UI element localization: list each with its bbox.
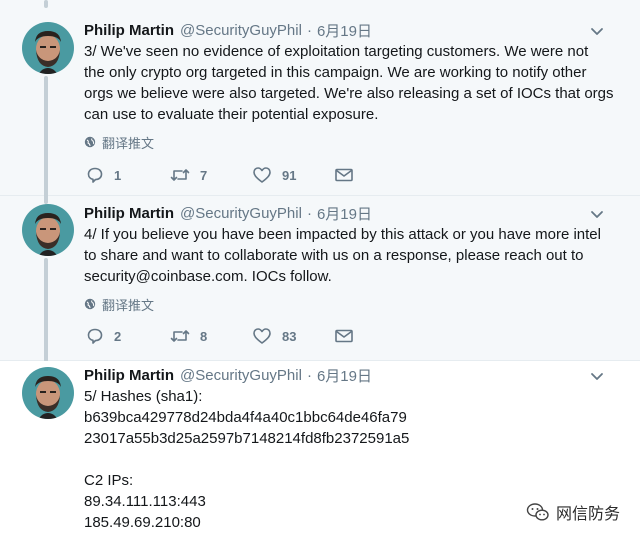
avatar[interactable] [22,22,74,74]
wechat-icon [526,503,549,521]
tweet-header: Philip Martin @SecurityGuyPhil · 6月19日 [84,202,372,224]
reply-icon [87,328,103,344]
like-count: 91 [282,167,297,183]
reply-icon [87,167,103,183]
tweet-date[interactable]: 6月19日 [317,20,372,41]
reply-count: 1 [114,167,122,183]
retweet-count: 8 [200,328,208,344]
user-name[interactable]: Philip Martin [84,367,174,384]
retweet-icon [170,169,190,181]
thread-line [44,0,48,8]
watermark-label: 网信防务 [556,506,621,523]
dm-icon [335,329,353,343]
chevron-down-icon[interactable] [590,24,604,38]
retweet-button[interactable]: 7 [170,164,207,186]
avatar[interactable] [22,367,74,419]
reply-button[interactable]: 1 [86,164,121,186]
tweet-1[interactable]: Philip Martin @SecurityGuyPhil · 6月19日 3… [0,0,640,200]
reply-button[interactable]: 2 [86,325,121,347]
avatar-image [22,367,74,419]
direct-message-button[interactable] [334,164,364,186]
translate-label: 翻译推文 [102,135,155,151]
globe-icon [84,136,96,148]
tweet-2[interactable]: Philip Martin @SecurityGuyPhil · 6月19日 4… [0,192,640,364]
tweet-header: Philip Martin @SecurityGuyPhil · 6月19日 [84,364,372,386]
user-name[interactable]: Philip Martin [84,22,174,39]
retweet-button[interactable]: 8 [170,325,207,347]
like-icon [253,167,271,183]
like-button[interactable]: 83 [252,325,296,347]
reply-count: 2 [114,328,122,344]
tweet-date[interactable]: 6月19日 [317,203,372,224]
user-name[interactable]: Philip Martin [84,205,174,222]
tweet-text: 4/ If you believe you have been impacted… [84,226,601,285]
user-handle[interactable]: @SecurityGuyPhil [180,367,302,384]
thread-line [44,76,48,200]
chevron-down-icon[interactable] [590,369,604,383]
tweet-date[interactable]: 6月19日 [317,365,372,386]
globe-icon [84,298,96,310]
user-handle[interactable]: @SecurityGuyPhil [180,205,302,222]
like-icon [253,328,271,344]
translate-link[interactable]: 翻译推文 [84,295,154,313]
avatar[interactable] [22,204,74,256]
retweet-count: 7 [200,167,208,183]
avatar-image [22,204,74,256]
tweet-header: Philip Martin @SecurityGuyPhil · 6月19日 [84,19,372,41]
tweet-text: 3/ We've seen no evidence of exploitatio… [84,43,614,123]
direct-message-button[interactable] [334,325,364,347]
chevron-down-icon[interactable] [590,207,604,221]
like-button[interactable]: 91 [252,164,296,186]
avatar-image [22,22,74,74]
tweet-actions: 1 7 91 [84,164,384,186]
thread-line [44,192,48,204]
translate-label: 翻译推文 [102,297,155,313]
retweet-icon [170,330,190,342]
separator: · [306,204,312,222]
dm-icon [335,168,353,182]
tweet-actions: 2 8 83 [84,325,384,347]
watermark: 网信防务 [526,500,620,524]
user-handle[interactable]: @SecurityGuyPhil [180,22,302,39]
like-count: 83 [282,328,297,344]
thread-line [44,258,48,364]
separator: · [306,366,312,384]
separator: · [306,21,312,39]
translate-link[interactable]: 翻译推文 [84,133,154,151]
